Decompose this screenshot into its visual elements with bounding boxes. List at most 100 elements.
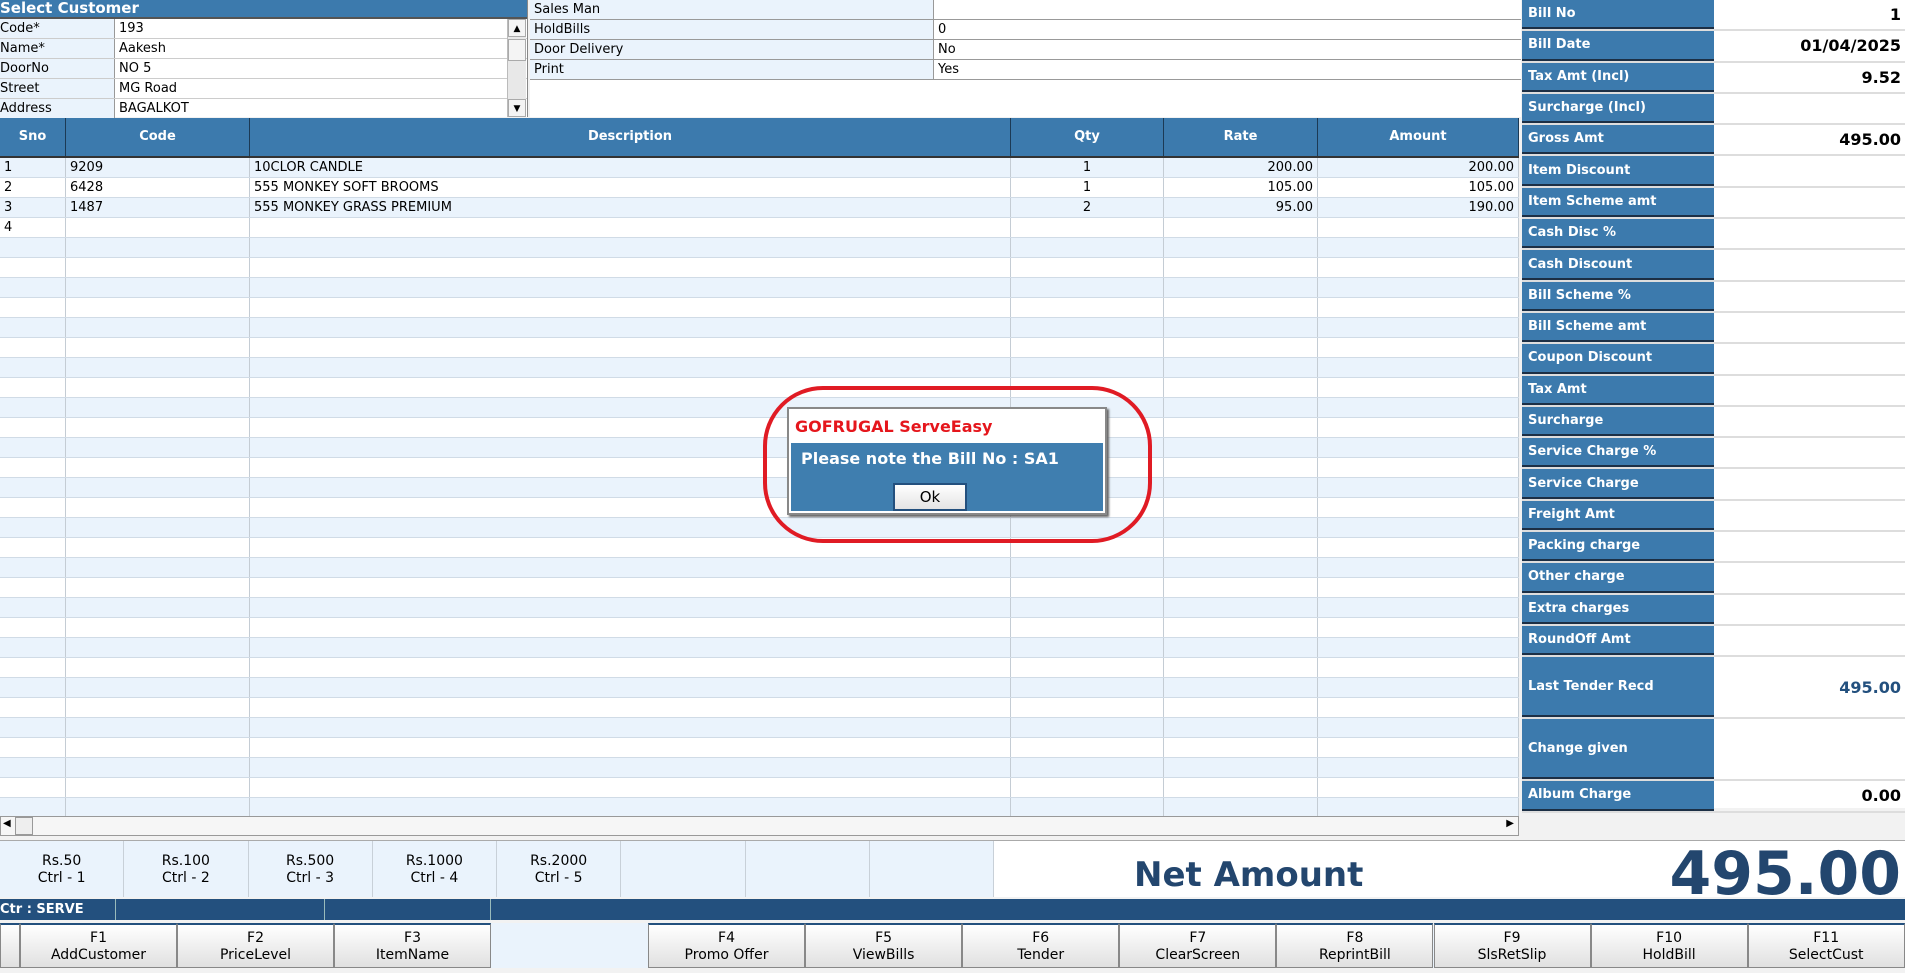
- table-cell-rate[interactable]: [1164, 518, 1318, 537]
- table-cell-qty[interactable]: [1011, 258, 1164, 277]
- table-cell-code[interactable]: [66, 458, 250, 477]
- table-cell-code[interactable]: [66, 758, 250, 777]
- table-row[interactable]: [0, 418, 1519, 438]
- fkey-button-slsretslip[interactable]: F9 SlsRetSlip: [1433, 923, 1591, 968]
- table-cell-amount[interactable]: [1318, 418, 1519, 437]
- table-row[interactable]: [0, 318, 1519, 338]
- table-cell-description[interactable]: [250, 238, 1011, 257]
- table-cell-sno[interactable]: [0, 658, 66, 677]
- table-cell-amount[interactable]: [1318, 778, 1519, 797]
- table-row[interactable]: [0, 718, 1519, 738]
- table-cell-amount[interactable]: [1318, 598, 1519, 617]
- table-cell-sno[interactable]: 2: [0, 178, 66, 197]
- table-cell-rate[interactable]: [1164, 238, 1318, 257]
- table-cell-amount[interactable]: [1318, 638, 1519, 657]
- table-cell-qty[interactable]: [1011, 738, 1164, 757]
- denomination-button[interactable]: Rs.50 Ctrl - 1: [0, 841, 125, 897]
- table-cell-code[interactable]: [66, 498, 250, 517]
- table-cell-amount[interactable]: [1318, 718, 1519, 737]
- table-cell-description[interactable]: [250, 358, 1011, 377]
- denomination-button[interactable]: Rs.500 Ctrl - 3: [249, 841, 373, 897]
- table-row[interactable]: [0, 518, 1519, 538]
- table-cell-sno[interactable]: [0, 518, 66, 537]
- table-row[interactable]: 3 1487 555 MONKEY GRASS PREMIUM 2 95.00 190.0…: [0, 198, 1519, 218]
- table-cell-code[interactable]: [66, 418, 250, 437]
- scroll-thumb[interactable]: [15, 817, 33, 835]
- table-cell-rate[interactable]: [1164, 258, 1318, 277]
- bill-info-value[interactable]: 0: [934, 20, 1521, 39]
- table-cell-qty[interactable]: [1011, 278, 1164, 297]
- table-cell-sno[interactable]: [0, 358, 66, 377]
- table-cell-amount[interactable]: [1318, 318, 1519, 337]
- table-cell-code[interactable]: [66, 558, 250, 577]
- table-cell-amount[interactable]: [1318, 498, 1519, 517]
- table-cell-amount[interactable]: [1318, 698, 1519, 717]
- table-cell-qty[interactable]: 2: [1011, 198, 1164, 217]
- table-cell-sno[interactable]: [0, 698, 66, 717]
- table-cell-rate[interactable]: [1164, 438, 1318, 457]
- column-header-sno[interactable]: Sno: [0, 118, 66, 156]
- table-row[interactable]: [0, 638, 1519, 658]
- table-cell-code[interactable]: [66, 698, 250, 717]
- table-cell-amount[interactable]: [1318, 578, 1519, 597]
- table-cell-qty[interactable]: [1011, 598, 1164, 617]
- table-cell-rate[interactable]: [1164, 698, 1318, 717]
- table-cell-sno[interactable]: [0, 378, 66, 397]
- table-cell-code[interactable]: [66, 318, 250, 337]
- table-cell-rate[interactable]: [1164, 478, 1318, 497]
- table-cell-sno[interactable]: [0, 498, 66, 517]
- table-cell-sno[interactable]: [0, 778, 66, 797]
- table-cell-sno[interactable]: 1: [0, 158, 66, 177]
- table-cell-code[interactable]: [66, 398, 250, 417]
- table-cell-code[interactable]: [66, 338, 250, 357]
- table-cell-sno[interactable]: [0, 338, 66, 357]
- table-cell-qty[interactable]: [1011, 778, 1164, 797]
- table-cell-sno[interactable]: [0, 258, 66, 277]
- table-cell-qty[interactable]: [1011, 558, 1164, 577]
- table-row[interactable]: [0, 538, 1519, 558]
- table-row[interactable]: [0, 698, 1519, 718]
- table-cell-code[interactable]: 9209: [66, 158, 250, 177]
- table-cell-qty[interactable]: 1: [1011, 158, 1164, 177]
- table-cell-description[interactable]: [250, 698, 1011, 717]
- table-cell-sno[interactable]: 4: [0, 218, 66, 237]
- table-cell-code[interactable]: [66, 798, 250, 816]
- table-cell-rate[interactable]: [1164, 718, 1318, 737]
- table-cell-amount[interactable]: [1318, 218, 1519, 237]
- table-cell-qty[interactable]: [1011, 698, 1164, 717]
- bill-info-value[interactable]: [934, 0, 1521, 19]
- scroll-thumb[interactable]: [508, 39, 526, 61]
- table-cell-rate[interactable]: [1164, 378, 1318, 397]
- table-cell-amount[interactable]: [1318, 278, 1519, 297]
- table-cell-rate[interactable]: [1164, 738, 1318, 757]
- table-cell-amount[interactable]: [1318, 378, 1519, 397]
- table-row[interactable]: [0, 678, 1519, 698]
- table-cell-sno[interactable]: [0, 398, 66, 417]
- table-cell-rate[interactable]: [1164, 398, 1318, 417]
- table-cell-amount[interactable]: 190.00: [1318, 198, 1519, 217]
- table-cell-sno[interactable]: [0, 618, 66, 637]
- denomination-button[interactable]: Rs.2000 Ctrl - 5: [497, 841, 622, 897]
- table-cell-description[interactable]: [250, 638, 1011, 657]
- table-cell-rate[interactable]: 95.00: [1164, 198, 1318, 217]
- table-cell-amount[interactable]: [1318, 538, 1519, 557]
- scroll-right-icon[interactable]: ▶: [1506, 818, 1514, 829]
- table-cell-amount[interactable]: [1318, 258, 1519, 277]
- table-cell-amount[interactable]: [1318, 738, 1519, 757]
- table-cell-rate[interactable]: [1164, 498, 1318, 517]
- table-cell-rate[interactable]: [1164, 658, 1318, 677]
- customer-scrollbar[interactable]: ▲ ▼: [507, 19, 526, 117]
- customer-field-input[interactable]: MG Road: [115, 79, 507, 98]
- table-cell-amount[interactable]: [1318, 438, 1519, 457]
- table-cell-code[interactable]: [66, 778, 250, 797]
- table-cell-qty[interactable]: [1011, 578, 1164, 597]
- table-row[interactable]: [0, 278, 1519, 298]
- table-cell-rate[interactable]: 105.00: [1164, 178, 1318, 197]
- table-cell-code[interactable]: 1487: [66, 198, 250, 217]
- table-row[interactable]: [0, 558, 1519, 578]
- table-cell-code[interactable]: [66, 218, 250, 237]
- table-cell-description[interactable]: [250, 578, 1011, 597]
- table-row[interactable]: [0, 658, 1519, 678]
- table-cell-code[interactable]: [66, 238, 250, 257]
- table-cell-code[interactable]: [66, 358, 250, 377]
